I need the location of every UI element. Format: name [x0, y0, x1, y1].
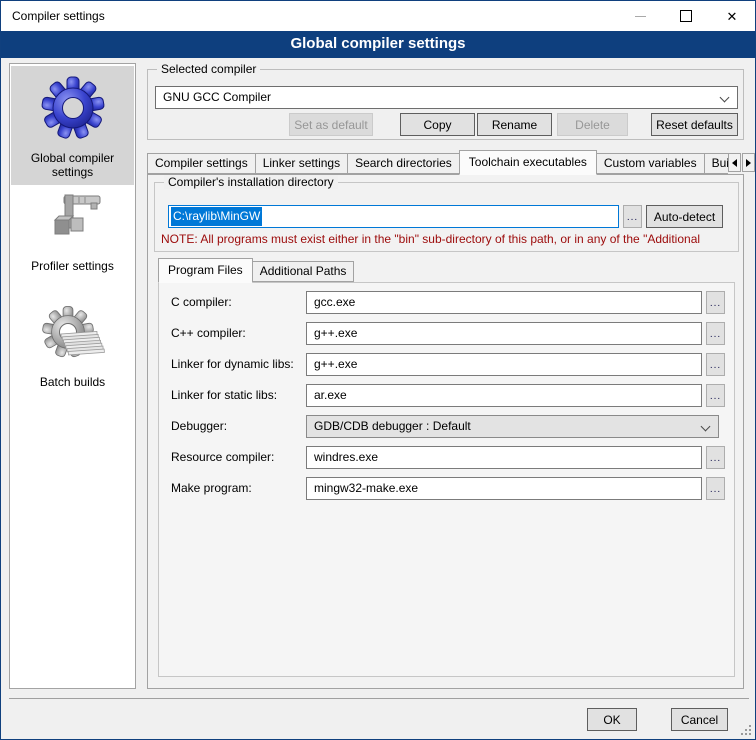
debugger-select-value: GDB/CDB debugger : Default [314, 419, 471, 433]
titlebar[interactable]: Compiler settings ✕ [1, 1, 755, 31]
gear-blue-icon [11, 66, 134, 145]
browse-directory-button[interactable]: ... [623, 205, 642, 228]
note-text: NOTE: All programs must exist either in … [161, 232, 740, 246]
tab-scroll-right-button[interactable] [742, 153, 755, 172]
program-files-tabs: Program Files Additional Paths [158, 257, 458, 283]
field-label: Linker for static libs: [171, 388, 277, 402]
sidebar-item-profiler-settings[interactable]: Profiler settings [11, 190, 134, 290]
field-label: Make program: [171, 481, 252, 495]
tab-additional-paths[interactable]: Additional Paths [252, 261, 355, 282]
minimize-button[interactable] [617, 1, 663, 31]
tab-scroll-left-icon [732, 159, 737, 167]
delete-button[interactable]: Delete [557, 113, 628, 136]
close-button[interactable]: ✕ [709, 1, 755, 31]
compiler-select[interactable]: GNU GCC Compiler [155, 86, 738, 109]
resource-compiler-input[interactable]: windres.exe [306, 446, 702, 469]
c-compiler-input[interactable]: gcc.exe [306, 291, 702, 314]
field-label: C compiler: [171, 295, 232, 309]
tab-build-options[interactable]: Build options [704, 153, 728, 174]
field-label: Debugger: [171, 419, 227, 433]
installation-directory-input[interactable]: C:\raylib\MinGW [168, 205, 619, 228]
browse-static-linker-button[interactable]: ... [706, 384, 725, 407]
cpp-compiler-input[interactable]: g++.exe [306, 322, 702, 345]
chevron-down-icon [701, 422, 711, 432]
auto-detect-button[interactable]: Auto-detect [646, 205, 723, 228]
compiler-select-value: GNU GCC Compiler [163, 90, 271, 104]
static-linker-input[interactable]: ar.exe [306, 384, 702, 407]
field-label: Linker for dynamic libs: [171, 357, 294, 371]
dynamic-linker-input[interactable]: g++.exe [306, 353, 702, 376]
rename-button[interactable]: Rename [477, 113, 552, 136]
sidebar-item-label: Profiler settings [11, 259, 134, 273]
maximize-icon [680, 10, 692, 22]
caliper-icon [11, 190, 134, 259]
chevron-down-icon [720, 93, 730, 103]
sidebar-item-global-compiler-settings[interactable]: Global compiler settings [11, 66, 134, 185]
sidebar-item-label: Batch builds [11, 375, 134, 389]
minimize-icon [635, 16, 646, 17]
copy-button[interactable]: Copy [400, 113, 475, 136]
group-label: Compiler's installation directory [164, 175, 338, 189]
browse-dynamic-linker-button[interactable]: ... [706, 353, 725, 376]
page-title: Global compiler settings [1, 31, 755, 58]
tab-compiler-settings[interactable]: Compiler settings [147, 153, 256, 174]
settings-tabs: Compiler settings Linker settings Search… [147, 149, 728, 175]
maximize-button[interactable] [663, 1, 709, 31]
tab-program-files[interactable]: Program Files [158, 258, 253, 283]
browse-c-compiler-button[interactable]: ... [706, 291, 725, 314]
debugger-select[interactable]: GDB/CDB debugger : Default [306, 415, 719, 438]
group-label: Selected compiler [157, 62, 260, 76]
sidebar-item-label: Global compiler settings [11, 151, 134, 179]
reset-defaults-button[interactable]: Reset defaults [651, 113, 738, 136]
settings-sidebar: Global compiler settings [9, 63, 136, 689]
cancel-button[interactable]: Cancel [671, 708, 728, 731]
browse-make-program-button[interactable]: ... [706, 477, 725, 500]
field-label: C++ compiler: [171, 326, 246, 340]
footer-divider [9, 698, 749, 699]
tab-scroll-right-icon [746, 159, 751, 167]
field-label: Resource compiler: [171, 450, 274, 464]
gear-stack-icon [11, 306, 134, 375]
tab-search-directories[interactable]: Search directories [347, 153, 460, 174]
sidebar-item-batch-builds[interactable]: Batch builds [11, 306, 134, 416]
tab-scroll-left-button[interactable] [728, 153, 741, 172]
tab-toolchain-executables[interactable]: Toolchain executables [459, 150, 597, 175]
resize-grip[interactable] [738, 722, 751, 735]
browse-resource-compiler-button[interactable]: ... [706, 446, 725, 469]
make-program-input[interactable]: mingw32-make.exe [306, 477, 702, 500]
compiler-settings-dialog: Compiler settings ✕ Global compiler sett… [0, 0, 756, 740]
close-icon: ✕ [727, 10, 738, 23]
selected-path-text: C:\raylib\MinGW [171, 207, 262, 226]
set-as-default-button[interactable]: Set as default [289, 113, 373, 136]
browse-cpp-compiler-button[interactable]: ... [706, 322, 725, 345]
ok-button[interactable]: OK [587, 708, 637, 731]
window-title: Compiler settings [12, 9, 105, 23]
tab-custom-variables[interactable]: Custom variables [596, 153, 705, 174]
tab-linker-settings[interactable]: Linker settings [255, 153, 348, 174]
